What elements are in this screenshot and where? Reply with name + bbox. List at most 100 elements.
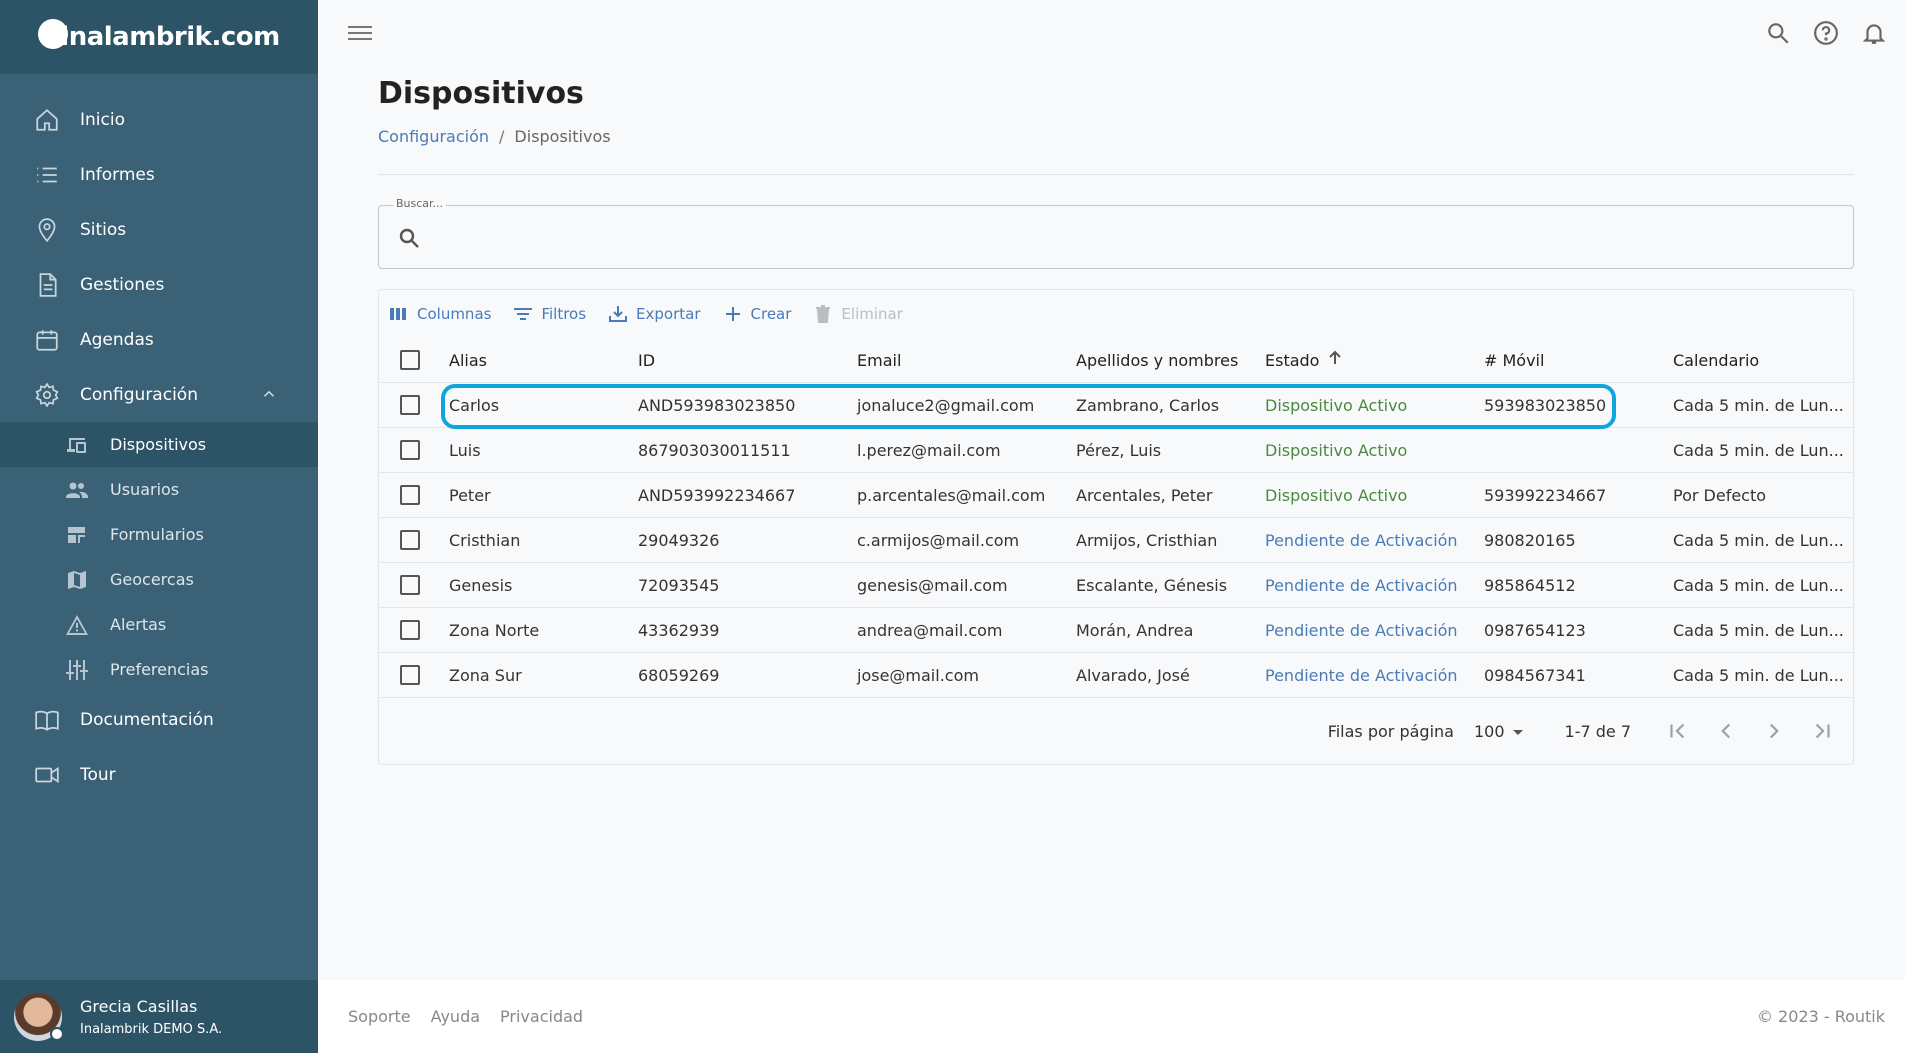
sidebar-subitem-geocercas[interactable]: Geocercas (0, 557, 318, 602)
dropdown-caret-icon (1512, 729, 1523, 735)
cell-id: AND593983023850 (638, 395, 796, 415)
cell-id: 72093545 (638, 575, 720, 595)
table-row[interactable]: Peter AND593992234667 p.arcentales@mail.co… (379, 473, 1853, 518)
sidebar-item-sitios[interactable]: Sitios (0, 202, 318, 257)
cell-email: jose@mail.com (857, 665, 979, 685)
row-checkbox[interactable] (400, 665, 420, 685)
column-header-calendario[interactable]: Calendario (1665, 351, 1845, 370)
footer-link-privacidad[interactable]: Privacidad (500, 1007, 583, 1026)
cell-movil: 980820165 (1484, 530, 1576, 550)
sidebar-item-documentacion[interactable]: Documentación (0, 692, 318, 747)
cell-id: AND593992234667 (638, 485, 796, 505)
list-icon (34, 162, 60, 188)
breadcrumb-current: Dispositivos (514, 127, 611, 146)
table-row[interactable]: Cristhian 29049326 c.armijos@mail.com Armij… (379, 518, 1853, 563)
cell-calendario: Cada 5 min. de Lun... (1673, 620, 1844, 640)
column-header-id[interactable]: ID (630, 351, 849, 370)
logo[interactable]: inalambrik.com (38, 19, 280, 52)
cell-estado: Pendiente de Activación (1265, 575, 1458, 595)
search-field[interactable]: Buscar... (378, 197, 1854, 269)
table-row[interactable]: Zona Sur 68059269 jose@mail.com Alvarado, J… (379, 653, 1853, 698)
filters-label: Filtros (541, 305, 587, 323)
row-checkbox[interactable] (400, 395, 420, 415)
cell-name: Armijos, Cristhian (1076, 530, 1218, 550)
search-input[interactable] (435, 220, 1839, 256)
sidebar-item-tour[interactable]: Tour (0, 747, 318, 802)
create-label: Crear (750, 305, 792, 323)
sidebar-subitem-usuarios[interactable]: Usuarios (0, 467, 318, 512)
breadcrumb-parent-link[interactable]: Configuración (378, 127, 489, 146)
sidebar-subitem-preferencias[interactable]: Preferencias (0, 647, 318, 692)
sidebar-item-label: Tour (80, 764, 116, 785)
cell-email: jonaluce2@gmail.com (857, 395, 1035, 415)
columns-label: Columnas (417, 305, 492, 323)
sort-ascending-icon[interactable] (1327, 350, 1343, 370)
column-header-email[interactable]: Email (849, 351, 1068, 370)
sidebar-item-label: Sitios (80, 219, 127, 240)
help-icon[interactable] (1813, 20, 1839, 46)
map-pin-icon (34, 217, 60, 243)
rows-per-page-select[interactable]: 100 (1474, 722, 1523, 741)
cell-name: Alvarado, José (1076, 665, 1190, 685)
cell-movil: 985864512 (1484, 575, 1576, 595)
table-body: Carlos AND593983023850 jonaluce2@gmail.com… (379, 383, 1853, 698)
export-label: Exportar (636, 305, 701, 323)
cell-id: 43362939 (638, 620, 720, 640)
columns-button[interactable]: Columnas (385, 300, 495, 328)
previous-page-icon[interactable] (1713, 718, 1739, 744)
sidebar-subitem-formularios[interactable]: Formularios (0, 512, 318, 557)
column-header-name[interactable]: Apellidos y nombres (1068, 351, 1257, 370)
footer-link-ayuda[interactable]: Ayuda (431, 1007, 480, 1026)
select-all-checkbox[interactable] (400, 350, 420, 370)
create-button[interactable]: Crear (719, 300, 796, 328)
sliders-icon (64, 659, 90, 681)
sidebar-item-configuracion[interactable]: Configuración (0, 367, 318, 422)
row-checkbox[interactable] (400, 620, 420, 640)
sidebar-item-informes[interactable]: Informes (0, 147, 318, 202)
sidebar-subitem-label: Usuarios (110, 480, 180, 499)
column-header-alias[interactable]: Alias (441, 351, 630, 370)
table-row[interactable]: Genesis 72093545 genesis@mail.com Escalante… (379, 563, 1853, 608)
sidebar-item-gestiones[interactable]: Gestiones (0, 257, 318, 312)
menu-icon[interactable] (348, 22, 372, 44)
export-button[interactable]: Exportar (604, 300, 704, 328)
row-checkbox[interactable] (400, 530, 420, 550)
cell-estado: Dispositivo Activo (1265, 395, 1408, 415)
bell-icon[interactable] (1861, 20, 1887, 46)
delete-label: Eliminar (841, 305, 903, 323)
delete-button[interactable]: Eliminar (809, 300, 906, 328)
cell-name: Zambrano, Carlos (1076, 395, 1220, 415)
sidebar: inalambrik.com Inicio Informes Sitios Ge… (0, 0, 318, 1053)
cell-alias: Carlos (449, 395, 500, 415)
pagination: Filas por página 100 1-7 de 7 (379, 698, 1853, 764)
column-header-movil[interactable]: # Móvil (1476, 351, 1665, 370)
user-profile[interactable]: Grecia Casillas Inalambrik DEMO S.A. (0, 980, 318, 1053)
table-row[interactable]: Luis 867903030011511 l.perez@mail.com Pérez… (379, 428, 1853, 473)
search-label: Buscar... (393, 197, 447, 210)
last-page-icon[interactable] (1809, 718, 1835, 744)
sidebar-subitem-alertas[interactable]: Alertas (0, 602, 318, 647)
filters-button[interactable]: Filtros (509, 300, 590, 328)
row-checkbox[interactable] (400, 575, 420, 595)
divider (378, 174, 1854, 175)
cell-calendario: Cada 5 min. de Lun... (1673, 395, 1844, 415)
cell-name: Arcentales, Peter (1076, 485, 1213, 505)
sidebar-subitem-dispositivos[interactable]: Dispositivos (0, 422, 318, 467)
sidebar-item-inicio[interactable]: Inicio (0, 92, 318, 147)
column-header-estado[interactable]: Estado (1257, 350, 1476, 370)
row-checkbox[interactable] (400, 485, 420, 505)
table-row[interactable]: Carlos AND593983023850 jonaluce2@gmail.com… (379, 383, 1853, 428)
row-checkbox[interactable] (400, 440, 420, 460)
book-icon (34, 707, 60, 733)
document-icon (34, 272, 60, 298)
cell-estado: Pendiente de Activación (1265, 665, 1458, 685)
first-page-icon[interactable] (1665, 718, 1691, 744)
main-content: Dispositivos Configuración / Dispositivo… (378, 68, 1854, 765)
table-row[interactable]: Zona Norte 43362939 andrea@mail.com Morán, … (379, 608, 1853, 653)
chevron-up-icon[interactable] (260, 385, 278, 408)
next-page-icon[interactable] (1761, 718, 1787, 744)
sidebar-item-agendas[interactable]: Agendas (0, 312, 318, 367)
table-toolbar: Columnas Filtros Exportar Crear Eliminar (379, 290, 1853, 338)
footer-link-soporte[interactable]: Soporte (348, 1007, 411, 1026)
search-icon[interactable] (1765, 20, 1791, 46)
